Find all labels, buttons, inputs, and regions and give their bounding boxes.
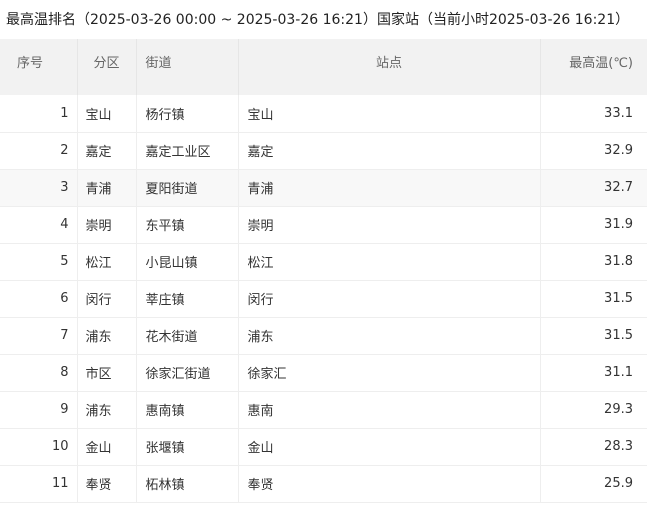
cell-index: 6 bbox=[0, 280, 78, 318]
cell-street: 莘庄镇 bbox=[136, 280, 239, 318]
table-header-row: 序号 分区 街道 站点 最高温(℃) bbox=[0, 39, 647, 95]
cell-max-temp: 33.1 bbox=[540, 95, 647, 133]
cell-station: 浦东 bbox=[238, 317, 541, 355]
cell-index: 3 bbox=[0, 169, 78, 207]
cell-max-temp: 29.3 bbox=[540, 391, 647, 429]
table-row[interactable]: 9 浦东 惠南镇 惠南 29.3 bbox=[0, 391, 647, 429]
cell-street: 东平镇 bbox=[136, 206, 239, 244]
temperature-ranking-table: 序号 分区 街道 站点 最高温(℃) 1 宝山 杨行镇 宝山 33.1 2 嘉定 嘉定工业区嘉… bbox=[0, 39, 647, 503]
header-max-temp[interactable]: 最高温(℃) bbox=[540, 39, 647, 95]
cell-district: 嘉定 bbox=[77, 132, 137, 170]
cell-index: 10 bbox=[0, 428, 78, 466]
cell-max-temp: 28.3 bbox=[540, 428, 647, 466]
cell-max-temp: 31.5 bbox=[540, 280, 647, 318]
header-station[interactable]: 站点 bbox=[238, 39, 541, 95]
table-row[interactable]: 4 崇明 东平镇 崇明 31.9 bbox=[0, 206, 647, 244]
page-title: 最高温排名（2025-03-26 00:00 ~ 2025-03-26 16:2… bbox=[6, 12, 630, 28]
table-row[interactable]: 5 松江 小昆山镇 松江 31.8 bbox=[0, 243, 647, 281]
table-row[interactable]: 8 市区 徐家汇街道 徐家汇 31.1 bbox=[0, 354, 647, 392]
cell-max-temp: 31.9 bbox=[540, 206, 647, 244]
cell-station: 宝山 bbox=[238, 95, 541, 133]
cell-index: 4 bbox=[0, 206, 78, 244]
cell-street: 嘉定工业区 bbox=[136, 132, 239, 170]
cell-max-temp: 25.9 bbox=[540, 465, 647, 503]
table-row[interactable]: 7 浦东 花木街道 浦东 31.5 bbox=[0, 317, 647, 355]
cell-district: 浦东 bbox=[77, 317, 137, 355]
cell-station: 嘉定 bbox=[238, 132, 541, 170]
cell-index: 9 bbox=[0, 391, 78, 429]
cell-max-temp: 31.1 bbox=[540, 354, 647, 392]
cell-index: 11 bbox=[0, 465, 78, 503]
cell-max-temp: 31.5 bbox=[540, 317, 647, 355]
cell-district: 崇明 bbox=[77, 206, 137, 244]
cell-district: 金山 bbox=[77, 428, 137, 466]
cell-street: 花木街道 bbox=[136, 317, 239, 355]
cell-max-temp: 31.8 bbox=[540, 243, 647, 281]
cell-max-temp: 32.9 bbox=[540, 132, 647, 170]
cell-street: 夏阳街道 bbox=[136, 169, 239, 207]
cell-street: 小昆山镇 bbox=[136, 243, 239, 281]
table-row[interactable]: 10 金山 张堰镇 金山 28.3 bbox=[0, 428, 647, 466]
cell-index: 2 bbox=[0, 132, 78, 170]
cell-index: 1 bbox=[0, 95, 78, 133]
cell-district: 松江 bbox=[77, 243, 137, 281]
cell-street: 杨行镇 bbox=[136, 95, 239, 133]
header-district[interactable]: 分区 bbox=[77, 39, 137, 95]
cell-index: 5 bbox=[0, 243, 78, 281]
cell-district: 宝山 bbox=[77, 95, 137, 133]
table-body: 1 宝山 杨行镇 宝山 33.1 2 嘉定 嘉定工业区 嘉定 32.9 3 青浦 夏阳街道 青浦 32.7 4… bbox=[0, 95, 647, 503]
cell-station: 惠南 bbox=[238, 391, 541, 429]
table-row[interactable]: 11 奉贤 柘林镇 奉贤 25.9 bbox=[0, 465, 647, 503]
cell-station: 松江 bbox=[238, 243, 541, 281]
cell-district: 奉贤 bbox=[77, 465, 137, 503]
table-row[interactable]: 2 嘉定 嘉定工业区 嘉定 32.9 bbox=[0, 132, 647, 170]
cell-max-temp: 32.7 bbox=[540, 169, 647, 207]
table-row[interactable]: 3 青浦 夏阳街道 青浦 32.7 bbox=[0, 169, 647, 207]
cell-street: 张堰镇 bbox=[136, 428, 239, 466]
header-index[interactable]: 序号 bbox=[0, 39, 78, 95]
cell-station: 闵行 bbox=[238, 280, 541, 318]
table-row[interactable]: 6 闵行 莘庄镇 闵行 31.5 bbox=[0, 280, 647, 318]
cell-index: 7 bbox=[0, 317, 78, 355]
cell-district: 闵行 bbox=[77, 280, 137, 318]
cell-station: 金山 bbox=[238, 428, 541, 466]
cell-station: 奉贤 bbox=[238, 465, 541, 503]
cell-district: 市区 bbox=[77, 354, 137, 392]
cell-street: 柘林镇 bbox=[136, 465, 239, 503]
cell-street: 惠南镇 bbox=[136, 391, 239, 429]
table-row[interactable]: 1 宝山 杨行镇 宝山 33.1 bbox=[0, 95, 647, 133]
cell-station: 徐家汇 bbox=[238, 354, 541, 392]
header-street[interactable]: 街道 bbox=[136, 39, 239, 95]
cell-street: 徐家汇街道 bbox=[136, 354, 239, 392]
cell-station: 崇明 bbox=[238, 206, 541, 244]
cell-district: 浦东 bbox=[77, 391, 137, 429]
cell-district: 青浦 bbox=[77, 169, 137, 207]
cell-station: 青浦 bbox=[238, 169, 541, 207]
cell-index: 8 bbox=[0, 354, 78, 392]
